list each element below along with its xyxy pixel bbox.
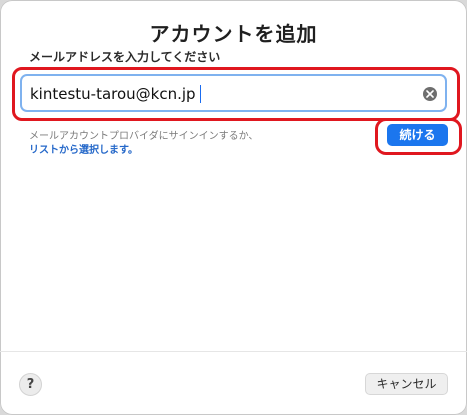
cancel-button[interactable]: キャンセル (365, 373, 448, 395)
dialog-title: アカウントを追加 (149, 22, 318, 46)
provider-hint-text: メールアカウントプロバイダにサインインするか、 (29, 131, 259, 142)
clear-icon[interactable] (423, 87, 437, 101)
email-field[interactable] (20, 74, 447, 112)
text-caret (200, 85, 201, 103)
help-button[interactable]: ? (19, 373, 42, 396)
provider-hint: メールアカウントプロバイダにサインインするか、 リストから選択します。 (29, 130, 258, 158)
email-prompt-label: メールアドレスを入力してください (29, 50, 221, 64)
add-account-dialog: アカウントを追加 メールアドレスを入力してください メールアカウントプロバイダに… (0, 0, 467, 415)
provider-list-link[interactable]: リストから選択します。 (29, 144, 258, 158)
footer-divider (0, 351, 467, 352)
email-input[interactable] (30, 82, 415, 106)
x-mark-icon (426, 90, 434, 98)
continue-button[interactable]: 続ける (387, 124, 448, 146)
